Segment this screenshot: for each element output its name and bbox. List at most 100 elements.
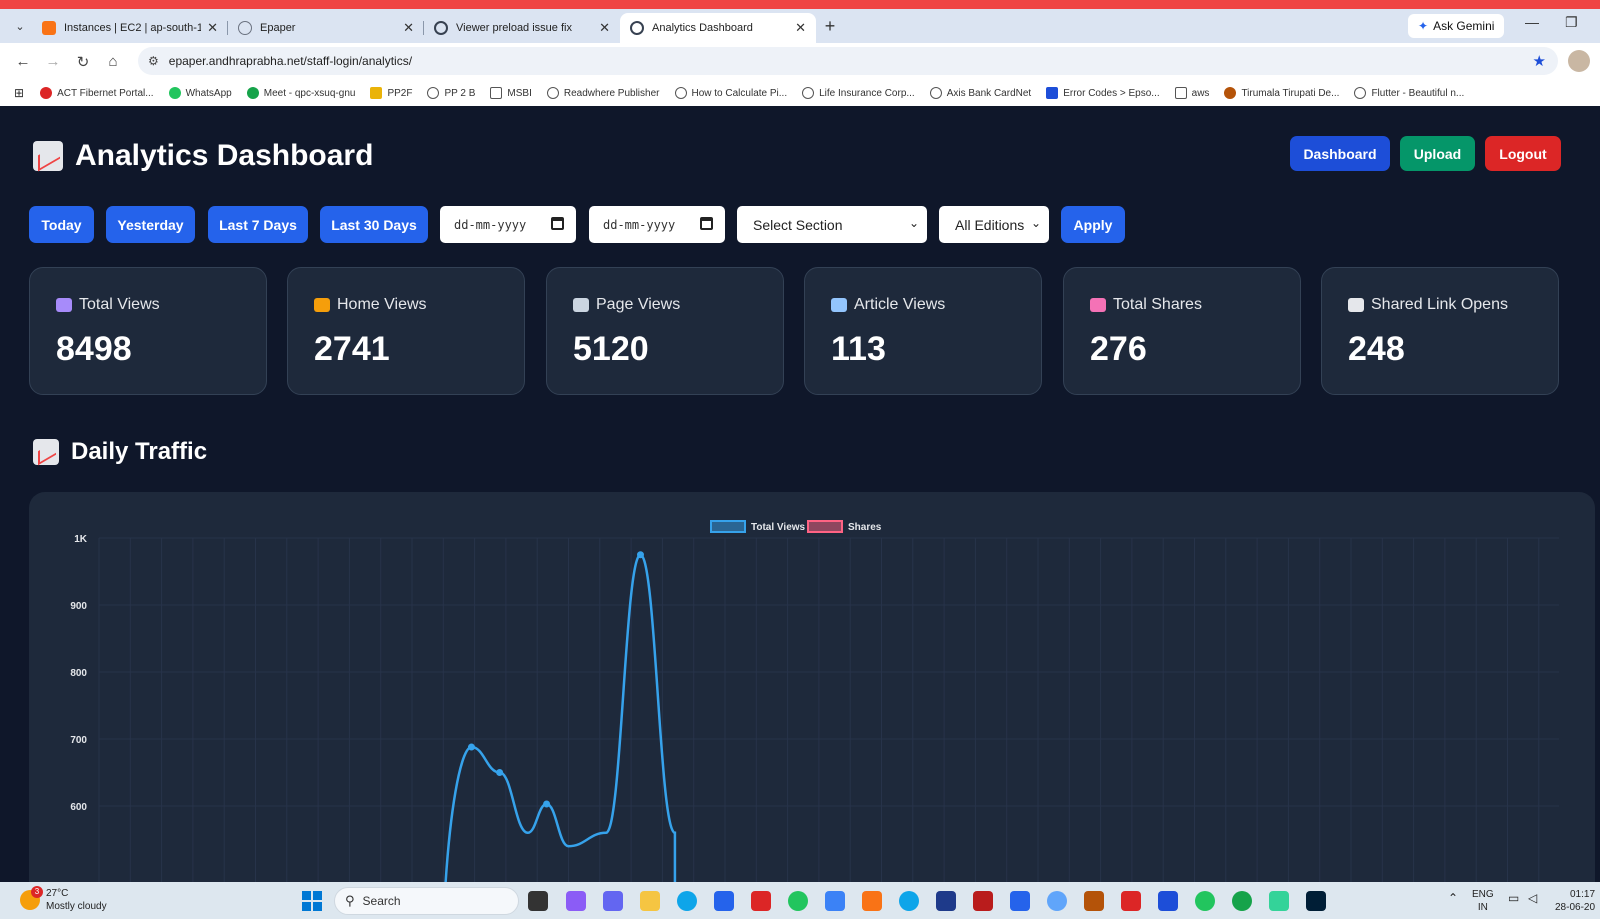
chrome-icon[interactable] [788, 891, 808, 911]
sublime-icon[interactable] [862, 891, 882, 911]
bookmark-folder[interactable]: MSBI [490, 87, 532, 99]
calendar-icon[interactable] [551, 217, 564, 230]
volume-icon[interactable]: ◁ [1528, 892, 1537, 905]
clock[interactable]: 01:17 28-06-20 [1555, 888, 1595, 914]
edition-select-value: All Editions [955, 216, 1025, 233]
copilot-icon[interactable] [566, 891, 586, 911]
app-icon[interactable] [1269, 891, 1289, 911]
bookmark-item[interactable]: Axis Bank CardNet [929, 87, 1031, 99]
taskbar-search[interactable]: ⚲ Search [334, 887, 519, 915]
minimize-icon[interactable]: — [1525, 14, 1539, 30]
ftp-icon[interactable] [936, 891, 956, 911]
bookmark-item[interactable]: ACT Fibernet Portal... [40, 87, 154, 99]
language-indicator[interactable]: ENG IN [1472, 888, 1494, 914]
filter-yesterday-button[interactable]: Yesterday [106, 206, 195, 243]
section-select-value: Select Section [753, 216, 843, 233]
bookmark-star-icon[interactable]: ★ [1533, 52, 1546, 70]
upload-button[interactable]: Upload [1400, 136, 1475, 171]
store-icon[interactable] [714, 891, 734, 911]
stat-card-total-shares: Total Shares 276 [1063, 267, 1301, 395]
bookmark-item[interactable]: WhatsApp [168, 87, 232, 99]
bookmark-item[interactable]: How to Calculate Pi... [674, 87, 788, 99]
bookmark-folder[interactable]: aws [1174, 87, 1210, 99]
photoshop-icon[interactable] [1306, 891, 1326, 911]
apps-grid-icon[interactable]: ⊞ [14, 86, 24, 100]
anydesk-icon[interactable] [751, 891, 771, 911]
network-icon[interactable]: ▭ [1508, 892, 1519, 905]
clock-date: 28-06-20 [1555, 902, 1596, 913]
stat-label: Article Views [854, 296, 946, 313]
notepad-icon[interactable] [1158, 891, 1178, 911]
chrome-icon[interactable] [1232, 891, 1252, 911]
address-bar[interactable]: ⚙ epaper.andhraprabha.net/staff-login/an… [138, 47, 1558, 75]
tab-search-button[interactable]: ⌄ [8, 14, 32, 38]
bookmark-label: MSBI [507, 87, 532, 99]
reload-icon[interactable]: ↻ [68, 53, 98, 71]
bookmark-label: How to Calculate Pi... [691, 87, 788, 99]
new-tab-button[interactable]: + [816, 16, 844, 37]
tab-ec2-instances[interactable]: Instances | EC2 | ap-south-1 ✕ [32, 13, 228, 43]
from-date-input[interactable]: dd-mm-yyyy [440, 206, 576, 243]
stat-value: 113 [831, 330, 886, 368]
filter-today-button[interactable]: Today [29, 206, 94, 243]
stat-label: Page Views [596, 296, 681, 313]
house-icon [314, 298, 330, 312]
folder-icon [1174, 87, 1187, 99]
tab-epaper[interactable]: Epaper ✕ [228, 13, 424, 43]
bookmark-item[interactable]: PP2F [370, 87, 412, 99]
apply-button[interactable]: Apply [1061, 206, 1125, 243]
meet-icon [246, 87, 259, 99]
eyes-icon [56, 298, 72, 312]
bookmark-item[interactable]: Tirumala Tirupati De... [1224, 87, 1339, 99]
y-tick-label: 900 [70, 601, 87, 612]
site-settings-icon[interactable]: ⚙ [148, 54, 159, 68]
restore-icon[interactable]: ❐ [1565, 14, 1578, 31]
logout-button[interactable]: Logout [1485, 136, 1561, 171]
chrome-icon[interactable] [1195, 891, 1215, 911]
vscode-icon[interactable] [1010, 891, 1030, 911]
profile-avatar[interactable] [1568, 50, 1590, 72]
tray-chevron-icon[interactable]: ⌃ [1448, 892, 1458, 905]
to-date-input[interactable]: dd-mm-yyyy [589, 206, 725, 243]
python-icon[interactable] [825, 891, 845, 911]
forward-icon[interactable]: → [38, 53, 68, 70]
filezilla-server-icon[interactable] [1084, 891, 1104, 911]
bookmark-label: Flutter - Beautiful n... [1371, 87, 1465, 99]
bookmark-item[interactable]: PP 2 B [427, 87, 475, 99]
bookmark-label: aws [1191, 87, 1210, 99]
bookmark-item[interactable]: Meet - qpc-xsuq-gnu [246, 87, 355, 99]
back-icon[interactable]: ← [8, 53, 38, 70]
calendar-icon[interactable] [700, 217, 713, 230]
file-explorer-icon[interactable] [640, 891, 660, 911]
edition-select[interactable]: All Editions ⌄ [939, 206, 1049, 243]
close-icon[interactable]: ✕ [403, 20, 414, 36]
acrobat-icon[interactable] [1121, 891, 1141, 911]
section-select[interactable]: Select Section ⌄ [737, 206, 927, 243]
close-icon[interactable]: ✕ [795, 20, 806, 36]
filezilla-icon[interactable] [973, 891, 993, 911]
filter-last7-button[interactable]: Last 7 Days [208, 206, 308, 243]
tab-analytics-dashboard[interactable]: Analytics Dashboard ✕ [620, 13, 816, 43]
home-icon[interactable]: ⌂ [98, 53, 128, 70]
close-icon[interactable]: ✕ [207, 20, 218, 36]
ask-gemini-button[interactable]: ✦ Ask Gemini [1408, 14, 1505, 38]
dashboard-button[interactable]: Dashboard [1290, 136, 1390, 171]
close-icon[interactable]: ✕ [599, 20, 610, 36]
tab-viewer-preload[interactable]: Viewer preload issue fix ✕ [424, 13, 620, 43]
bookmark-label: PP 2 B [444, 87, 476, 99]
bookmark-item[interactable]: Error Codes > Epso... [1046, 87, 1160, 99]
teams-icon[interactable] [603, 891, 623, 911]
task-view-icon[interactable] [528, 891, 548, 911]
stat-label-wrap: Total Views [56, 296, 160, 314]
weather-widget[interactable]: 3 27°C Mostly cloudy [20, 886, 107, 913]
edge-icon[interactable] [677, 891, 697, 911]
bookmark-item[interactable]: Readwhere Publisher [546, 87, 660, 99]
filter-last30-button[interactable]: Last 30 Days [320, 206, 428, 243]
ie-icon[interactable] [1047, 891, 1067, 911]
bookmark-item[interactable]: Life Insurance Corp... [802, 87, 915, 99]
chart-increasing-icon [33, 141, 63, 171]
windows-start-icon[interactable] [302, 891, 322, 911]
aws-favicon-icon [42, 21, 56, 35]
sync-icon[interactable] [899, 891, 919, 911]
bookmark-item[interactable]: Flutter - Beautiful n... [1354, 87, 1464, 99]
